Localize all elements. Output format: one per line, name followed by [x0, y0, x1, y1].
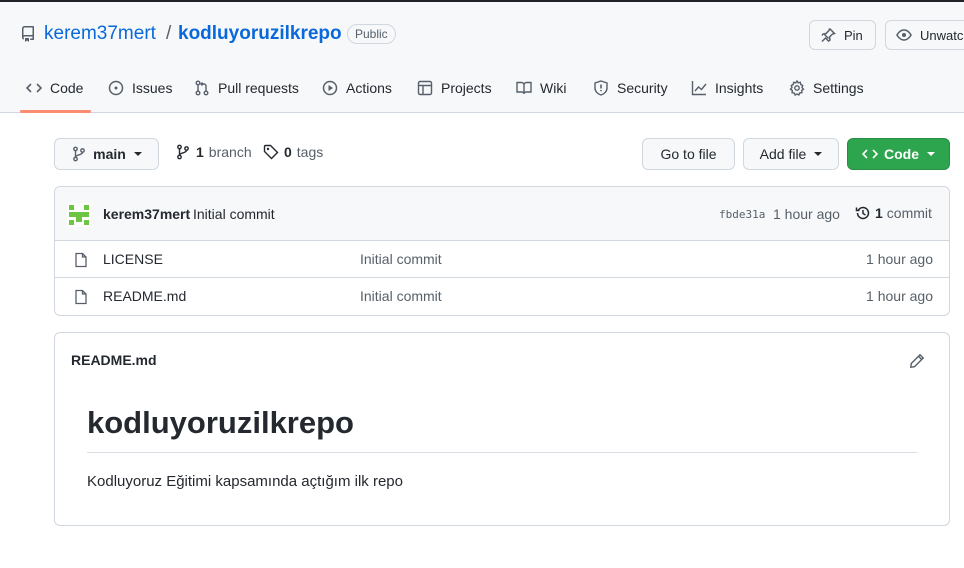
tab-settings[interactable]: Settings	[789, 64, 864, 112]
commit-history-link[interactable]: 1 commit	[855, 205, 932, 221]
commit-count: 1	[875, 205, 883, 221]
go-to-file-button[interactable]: Go to file	[642, 138, 735, 170]
branch-icon	[73, 146, 86, 162]
tag-count: 0	[284, 144, 292, 160]
branch-icon	[177, 144, 189, 160]
commit-time: 1 hour ago	[773, 206, 840, 222]
path-separator: /	[166, 23, 172, 44]
file-commit-link[interactable]: Initial commit	[360, 251, 442, 267]
tab-label: Settings	[813, 80, 864, 96]
tab-label: Wiki	[540, 80, 567, 96]
branch-name: main	[93, 146, 126, 162]
visibility-badge: Public	[347, 24, 396, 44]
tab-label: Issues	[132, 80, 173, 96]
go-to-file-label: Go to file	[660, 146, 717, 162]
file-name-link[interactable]: README.md	[103, 288, 186, 304]
branch-count: 1	[196, 144, 204, 160]
repo-owner-link[interactable]: kerem37mert	[44, 23, 156, 45]
file-row[interactable]: LICENSE Initial commit 1 hour ago	[55, 241, 949, 278]
unwatch-button[interactable]: Unwatch	[885, 20, 964, 50]
tab-label: Projects	[441, 80, 492, 96]
file-icon	[75, 289, 87, 305]
latest-commit-row: kerem37mert Initial commit fbde31a 1 hou…	[55, 187, 949, 241]
file-row[interactable]: README.md Initial commit 1 hour ago	[55, 278, 949, 315]
tags-link[interactable]: 0 tags	[263, 144, 323, 160]
table-icon	[417, 80, 433, 96]
branches-link[interactable]: 1 branch	[175, 144, 252, 160]
tag-icon	[263, 144, 279, 160]
code-icon	[26, 83, 42, 93]
readme-paragraph: Kodluyoruz Eğitimi kapsamında açtığım il…	[87, 473, 403, 490]
pin-label: Pin	[844, 27, 863, 43]
active-tab-indicator	[20, 110, 91, 113]
file-name-link[interactable]: LICENSE	[103, 251, 163, 267]
tab-security[interactable]: Security	[593, 64, 668, 112]
repo-header: kerem37mert / kodluyoruzilkrepo Public P…	[0, 2, 964, 113]
graph-icon	[691, 81, 707, 96]
tab-pull-requests[interactable]: Pull requests	[194, 64, 299, 112]
chevron-down-icon	[814, 152, 823, 156]
avatar[interactable]	[67, 203, 91, 227]
readme-heading: kodluyoruzilkrepo	[87, 405, 354, 440]
tab-label: Pull requests	[218, 80, 299, 96]
file-time: 1 hour ago	[866, 251, 933, 267]
add-file-label: Add file	[759, 146, 807, 162]
file-listing: kerem37mert Initial commit fbde31a 1 hou…	[54, 186, 950, 316]
tab-wiki[interactable]: Wiki	[516, 64, 566, 112]
code-icon	[862, 149, 878, 159]
pull-request-icon	[195, 80, 209, 96]
tab-label: Code	[50, 80, 84, 96]
issue-icon	[108, 80, 124, 96]
repo-tabs: Code Issues Pull requests Actions Projec…	[0, 64, 964, 112]
pin-button[interactable]: Pin	[809, 20, 876, 50]
history-icon	[855, 206, 870, 220]
tab-projects[interactable]: Projects	[417, 64, 492, 112]
pencil-icon[interactable]	[909, 353, 925, 369]
unwatch-label: Unwatch	[920, 27, 964, 43]
book-icon	[516, 81, 532, 95]
readme-panel: README.md kodluyoruzilkrepo Kodluyoruz E…	[54, 332, 950, 526]
chevron-down-icon	[927, 152, 935, 156]
tab-actions[interactable]: Actions	[322, 64, 392, 112]
gear-icon	[789, 80, 805, 96]
add-file-button[interactable]: Add file	[743, 138, 839, 170]
heading-divider	[87, 452, 917, 453]
readme-filename-link[interactable]: README.md	[71, 352, 157, 368]
tab-insights[interactable]: Insights	[691, 64, 763, 112]
tab-label: Security	[617, 80, 668, 96]
eye-icon	[896, 29, 912, 41]
file-commit-link[interactable]: Initial commit	[360, 288, 442, 304]
tab-label: Insights	[715, 80, 764, 96]
file-icon	[75, 252, 87, 268]
play-icon	[322, 80, 338, 96]
pin-icon	[821, 27, 836, 43]
branch-select-button[interactable]: main	[54, 138, 159, 170]
tab-label: Actions	[346, 80, 392, 96]
commit-author-link[interactable]: kerem37mert	[103, 206, 190, 222]
commit-count-word: commit	[886, 205, 932, 221]
code-button-label: Code	[884, 146, 919, 162]
tag-word: tags	[296, 144, 324, 160]
shield-icon	[594, 80, 608, 96]
tab-code[interactable]: Code	[26, 64, 83, 112]
commit-sha-link[interactable]: fbde31a	[719, 208, 765, 221]
branch-word: branch	[208, 144, 252, 160]
tab-issues[interactable]: Issues	[108, 64, 172, 112]
repo-name-link[interactable]: kodluyoruzilkrepo	[178, 23, 342, 45]
chevron-down-icon	[133, 152, 142, 156]
code-dropdown-button[interactable]: Code	[847, 138, 950, 170]
file-time: 1 hour ago	[866, 288, 933, 304]
commit-message-link[interactable]: Initial commit	[193, 206, 275, 222]
repo-icon	[21, 26, 34, 42]
